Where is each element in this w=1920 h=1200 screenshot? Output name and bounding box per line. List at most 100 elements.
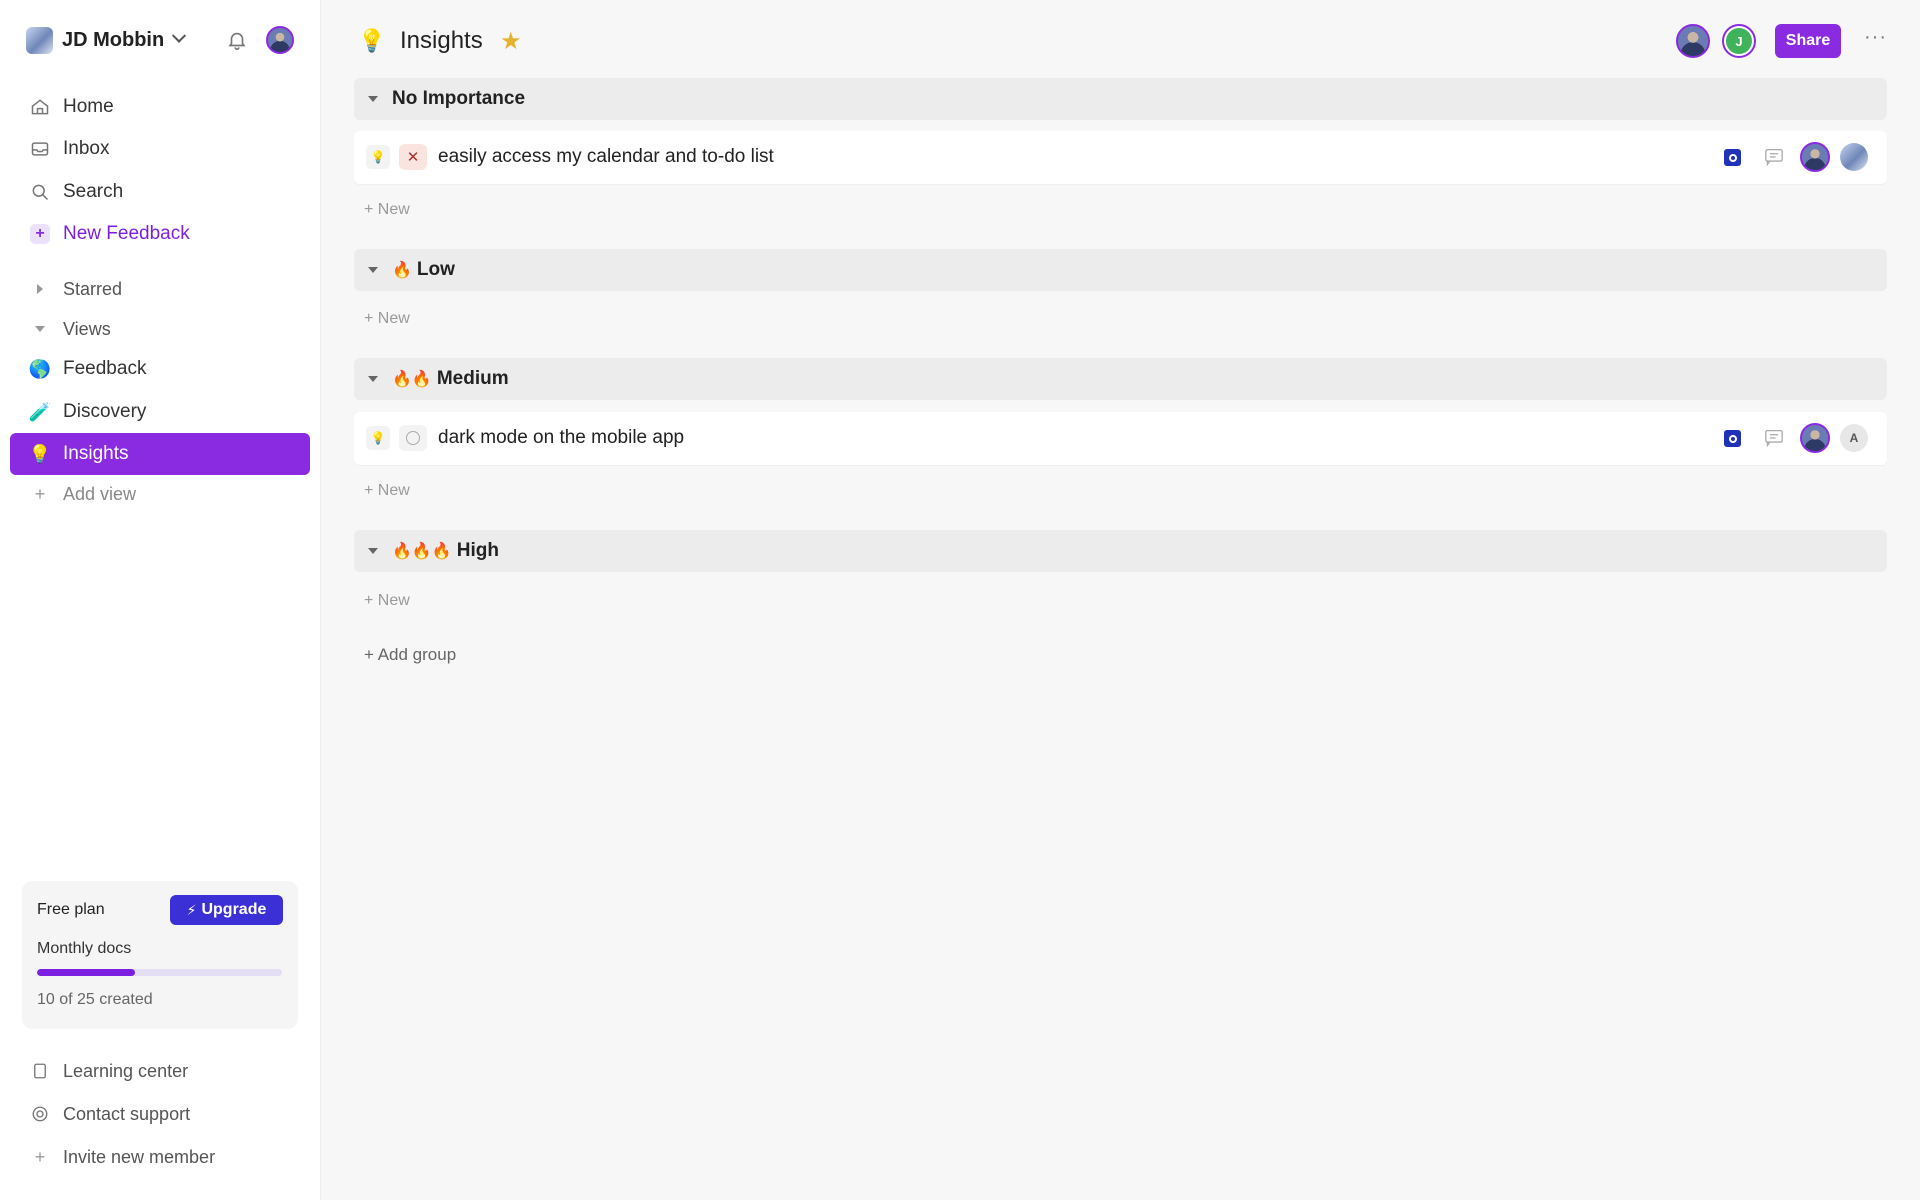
add-view-button[interactable]: + Add view xyxy=(10,473,310,515)
item-title[interactable]: easily access my calendar and to-do list xyxy=(438,146,774,168)
footer-item-label: Contact support xyxy=(63,1103,191,1124)
inbox-icon xyxy=(29,138,51,160)
sidebar-item-discovery[interactable]: 🧪 Discovery xyxy=(10,391,310,433)
plus-icon: + xyxy=(29,223,51,245)
upgrade-label: Upgrade xyxy=(201,901,267,918)
lightbulb-icon: 💡 xyxy=(28,443,52,464)
invite-member-link[interactable]: + Invite new member xyxy=(10,1136,310,1178)
sidebar-item-label: Inbox xyxy=(63,138,110,159)
search-icon xyxy=(29,181,51,203)
footer-item-label: Invite new member xyxy=(63,1146,216,1167)
sidebar-section-views[interactable]: Views xyxy=(10,308,310,350)
lightbulb-icon: 💡 xyxy=(366,145,390,169)
sidebar-item-label: Search xyxy=(63,181,124,202)
source-icon xyxy=(1724,149,1741,166)
comment-icon[interactable] xyxy=(1764,429,1784,448)
lightbulb-icon[interactable]: 💡 xyxy=(358,28,385,54)
plan-card: Free plan ⚡ Upgrade Monthly docs 10 of 2… xyxy=(22,881,298,1029)
usage-progress-bar xyxy=(37,969,282,976)
caret-right-icon xyxy=(29,278,51,300)
collapse-caret-icon[interactable] xyxy=(368,548,378,554)
member-avatar[interactable]: J xyxy=(1722,24,1756,58)
collapse-caret-icon[interactable] xyxy=(368,267,378,273)
sidebar-item-home[interactable]: Home xyxy=(10,86,310,128)
share-button[interactable]: Share xyxy=(1775,24,1841,58)
plus-icon: + xyxy=(34,483,46,504)
group-name: High xyxy=(456,540,499,561)
sidebar-section-label: Views xyxy=(63,318,111,339)
new-item-button[interactable]: + New xyxy=(364,592,410,610)
sidebar-item-search[interactable]: Search xyxy=(10,171,310,213)
plus-icon: + xyxy=(34,1146,46,1167)
status-open-icon[interactable] xyxy=(399,425,427,451)
plan-title: Free plan xyxy=(37,901,105,918)
sidebar-item-label: New Feedback xyxy=(63,223,190,244)
main-content: 💡 Insights ★ J Share ··· No Importance 💡… xyxy=(322,0,1920,1200)
item-title[interactable]: dark mode on the mobile app xyxy=(438,427,684,449)
chevron-down-icon xyxy=(172,28,187,43)
group-header-no-importance[interactable]: No Importance xyxy=(354,78,1887,120)
test-tube-icon: 🧪 xyxy=(28,401,52,422)
add-view-label: Add view xyxy=(63,483,137,504)
page-title[interactable]: Insights xyxy=(400,27,483,55)
sidebar-item-inbox[interactable]: Inbox xyxy=(10,128,310,170)
new-item-button[interactable]: + New xyxy=(364,310,410,328)
fire-icon: 🔥 xyxy=(392,262,412,279)
sidebar-item-new-feedback[interactable]: + New Feedback xyxy=(10,213,310,255)
sidebar-item-label: Home xyxy=(63,96,114,117)
source-icon xyxy=(1724,430,1741,447)
sidebar-item-label: Discovery xyxy=(63,401,147,422)
footer-item-label: Learning center xyxy=(63,1060,189,1081)
group-name: Medium xyxy=(436,368,509,389)
workspace-avatar xyxy=(1840,143,1868,171)
workspace-switcher[interactable]: JD Mobbin xyxy=(26,24,296,56)
new-item-button[interactable]: + New xyxy=(364,201,410,219)
list-item[interactable]: 💡 ✕ easily access my calendar and to-do … xyxy=(354,131,1887,184)
member-avatar[interactable] xyxy=(1676,24,1710,58)
upgrade-button[interactable]: ⚡ Upgrade xyxy=(170,895,283,925)
star-icon[interactable]: ★ xyxy=(500,27,522,56)
lightning-icon: ⚡ xyxy=(186,901,197,918)
usage-progress-fill xyxy=(37,969,135,976)
member-initial: J xyxy=(1726,28,1752,54)
fire-icon: 🔥🔥 xyxy=(392,371,432,388)
fire-icon: 🔥🔥🔥 xyxy=(392,543,452,560)
more-options-icon[interactable]: ··· xyxy=(1864,26,1887,49)
plan-metric-label: Monthly docs xyxy=(37,940,132,957)
collapse-caret-icon[interactable] xyxy=(368,96,378,102)
book-icon xyxy=(29,1060,51,1082)
user-avatar[interactable] xyxy=(266,26,294,54)
group-name: Low xyxy=(416,259,455,280)
member-initial-avatar[interactable]: A xyxy=(1840,424,1868,452)
home-icon xyxy=(29,96,51,118)
group-header-low[interactable]: 🔥 Low xyxy=(354,249,1887,291)
bell-icon[interactable] xyxy=(226,29,248,51)
sidebar-item-label: Insights xyxy=(63,443,129,464)
globe-icon: 🌎 xyxy=(28,358,52,379)
sidebar-item-insights[interactable]: 💡 Insights xyxy=(10,433,310,475)
sidebar-section-label: Starred xyxy=(63,278,123,299)
usage-text: 10 of 25 created xyxy=(37,991,153,1008)
contact-support-link[interactable]: Contact support xyxy=(10,1093,310,1135)
assignee-avatar[interactable] xyxy=(1800,142,1830,172)
sidebar-item-feedback[interactable]: 🌎 Feedback xyxy=(10,348,310,390)
learning-center-link[interactable]: Learning center xyxy=(10,1050,310,1092)
collapse-caret-icon[interactable] xyxy=(368,376,378,382)
sidebar: JD Mobbin Home Inbox Search + New Feedba… xyxy=(0,0,321,1200)
group-header-medium[interactable]: 🔥🔥 Medium xyxy=(354,358,1887,400)
lifebuoy-icon xyxy=(29,1103,51,1125)
new-item-button[interactable]: + New xyxy=(364,482,410,500)
assignee-avatar[interactable] xyxy=(1800,423,1830,453)
list-item[interactable]: 💡 dark mode on the mobile app A xyxy=(354,412,1887,465)
group-name: No Importance xyxy=(392,88,526,109)
sidebar-item-label: Feedback xyxy=(63,358,147,379)
status-rejected-icon[interactable]: ✕ xyxy=(399,144,427,170)
comment-icon[interactable] xyxy=(1764,148,1784,167)
workspace-logo xyxy=(26,26,53,54)
sidebar-section-starred[interactable]: Starred xyxy=(10,268,310,310)
add-group-button[interactable]: + Add group xyxy=(364,645,456,665)
workspace-name: JD Mobbin xyxy=(62,28,165,51)
group-header-high[interactable]: 🔥🔥🔥 High xyxy=(354,530,1887,572)
caret-down-icon xyxy=(29,318,51,340)
lightbulb-icon: 💡 xyxy=(366,426,390,450)
